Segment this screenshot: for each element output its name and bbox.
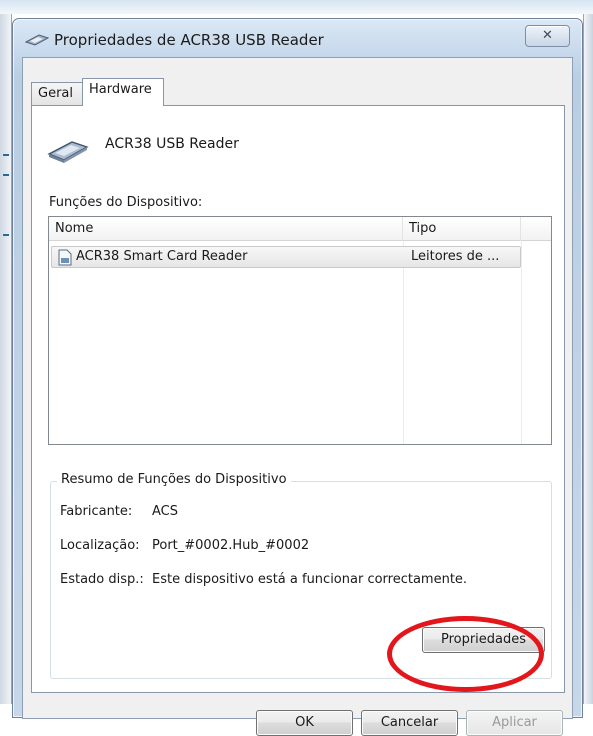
background-marker	[3, 154, 9, 156]
list-item-name: ACR38 Smart Card Reader	[76, 249, 248, 264]
status-label: Estado disp.:	[60, 572, 144, 587]
column-header-name[interactable]: Nome	[49, 217, 403, 241]
background-marker	[3, 174, 9, 176]
smart-card-reader-icon	[25, 34, 49, 46]
device-name: ACR38 USB Reader	[105, 136, 239, 152]
column-header-filler	[521, 217, 551, 241]
background-window-right	[583, 14, 593, 704]
cancel-button[interactable]: Cancelar	[361, 710, 458, 736]
device-functions-list[interactable]: Nome Tipo ACR38 Smart Card Reader Leitor…	[48, 216, 552, 445]
background-window-left	[0, 14, 12, 704]
title-bar[interactable]: Propriedades de ACR38 USB Reader ✕	[13, 19, 582, 57]
manufacturer-label: Fabricante:	[60, 504, 133, 519]
background-window-edge	[0, 0, 593, 14]
list-item[interactable]: ACR38 Smart Card Reader Leitores de ...	[51, 246, 521, 268]
tab-geral[interactable]: Geral	[31, 82, 83, 105]
list-header: Nome Tipo	[49, 217, 551, 241]
device-functions-label: Funções do Dispositivo:	[49, 195, 203, 210]
background-marker	[3, 234, 9, 236]
highlight-annotation-ring	[387, 616, 544, 692]
close-icon: ✕	[542, 28, 553, 43]
grid-line	[403, 241, 404, 444]
properties-dialog: Propriedades de ACR38 USB Reader ✕ Geral…	[12, 18, 583, 736]
device-file-icon	[58, 249, 72, 266]
group-title: Resumo de Funções do Dispositivo	[57, 472, 291, 487]
status-value: Este dispositivo está a funcionar correc…	[152, 572, 468, 587]
close-button[interactable]: ✕	[525, 25, 570, 47]
column-header-type[interactable]: Tipo	[403, 217, 521, 241]
apply-button[interactable]: Aplicar	[466, 710, 563, 736]
location-value: Port_#0002.Hub_#0002	[152, 538, 310, 553]
ok-button[interactable]: OK	[256, 710, 353, 736]
hardware-tab-panel: ACR38 USB Reader Funções do Dispositivo:…	[31, 105, 565, 693]
usb-reader-icon	[47, 141, 89, 163]
manufacturer-value: ACS	[152, 504, 178, 519]
dialog-title: Propriedades de ACR38 USB Reader	[54, 31, 324, 49]
grid-line	[521, 241, 522, 444]
list-item-type: Leitores de ...	[411, 249, 500, 264]
location-label: Localização:	[60, 538, 140, 553]
tab-hardware[interactable]: Hardware	[82, 78, 164, 106]
